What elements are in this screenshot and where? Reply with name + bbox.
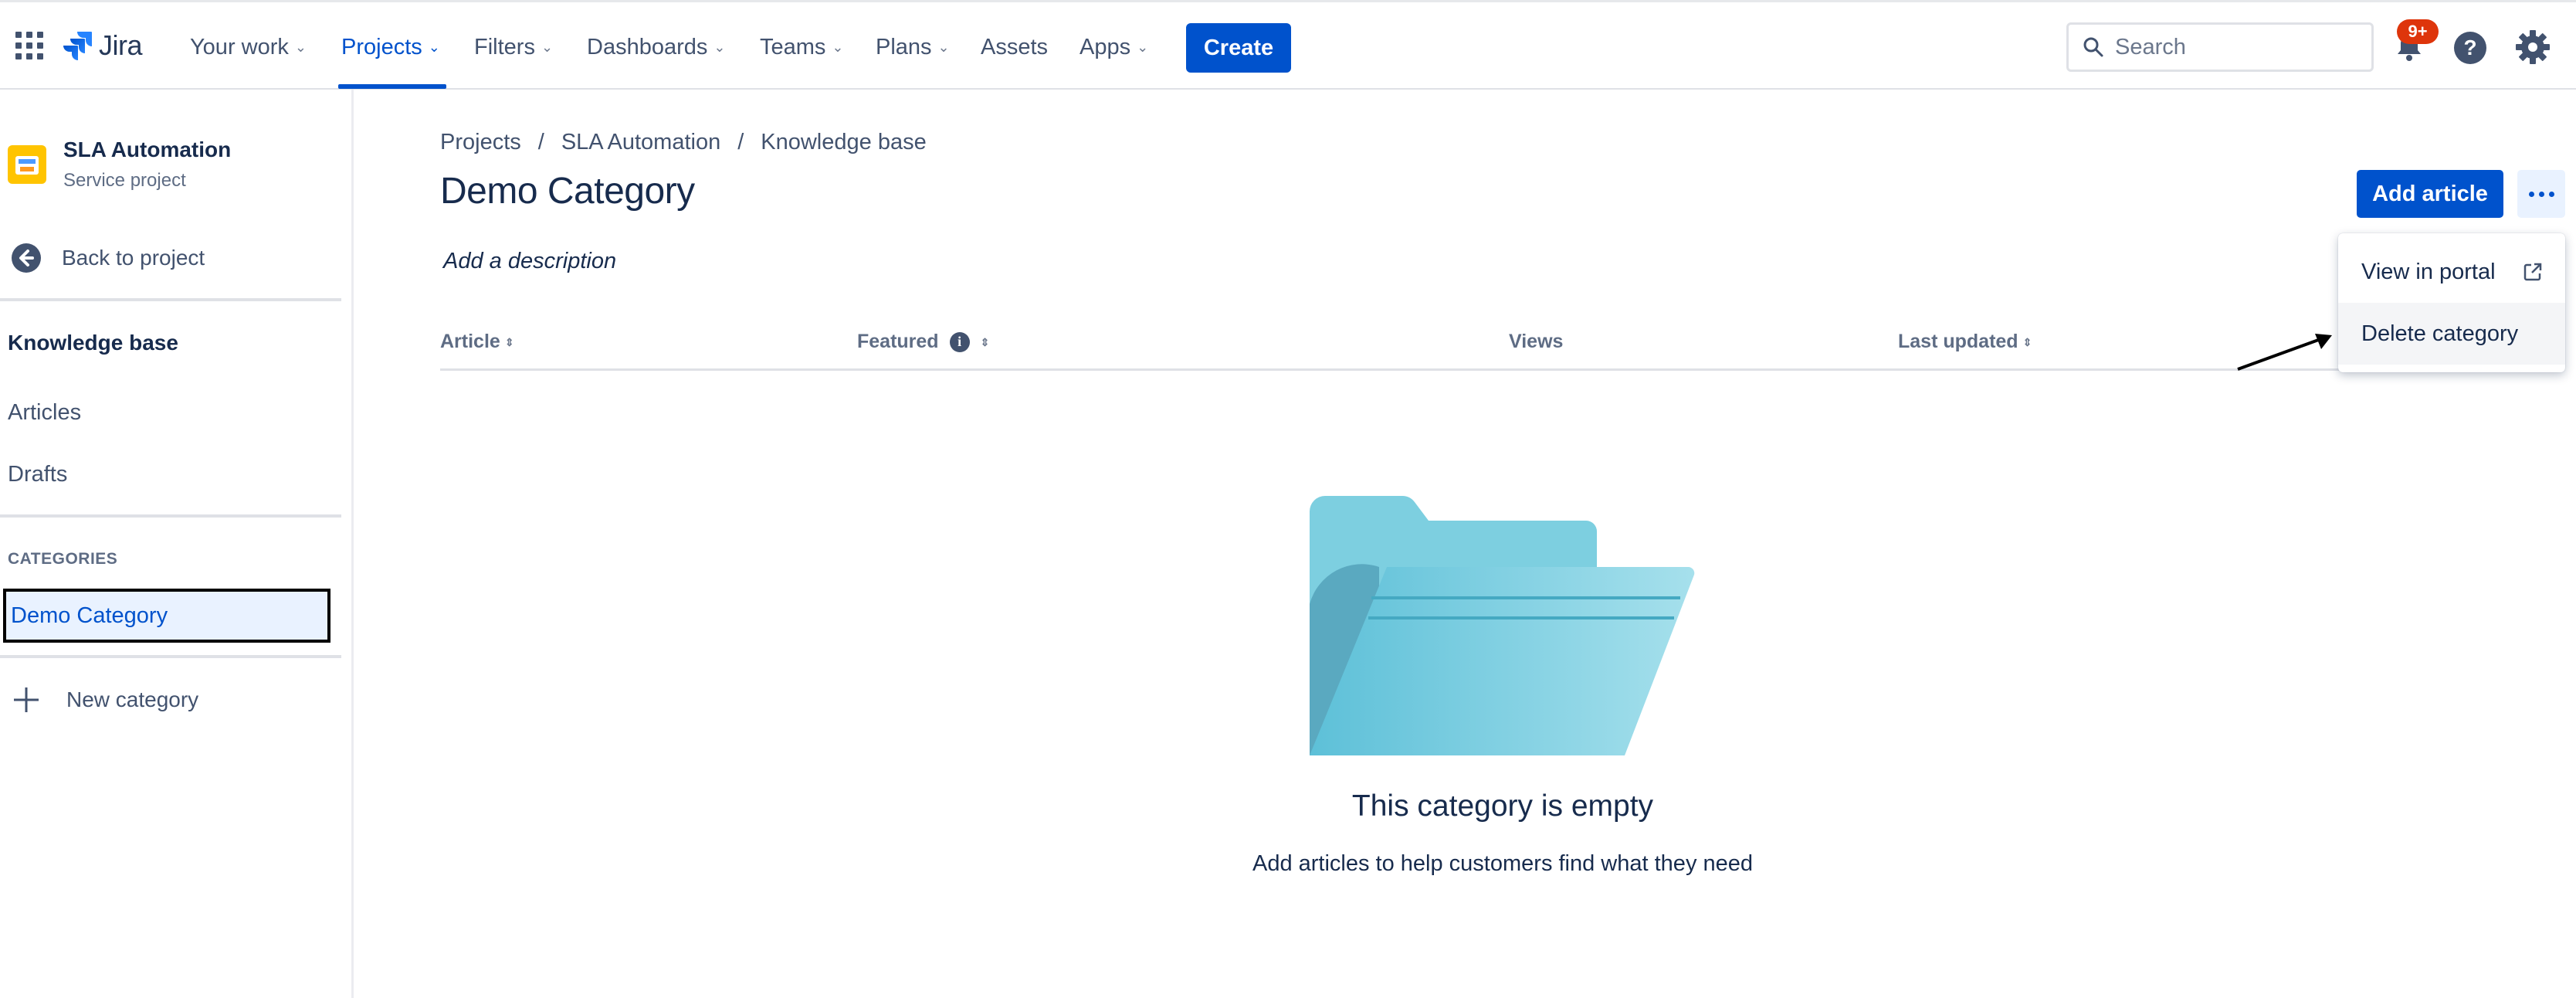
column-header-last-updated[interactable]: Last updated ⇕ [1898, 331, 2032, 353]
breadcrumb-separator: / [537, 130, 544, 154]
more-actions-button[interactable] [2517, 170, 2565, 218]
category-label: Demo Category [11, 603, 168, 628]
notification-badge: 9+ [2397, 19, 2439, 44]
nav-teams[interactable]: Teams ⌄ [760, 30, 844, 64]
sidebar-divider [0, 514, 341, 518]
nav-label: Your work [190, 34, 289, 59]
menu-item-delete-category[interactable]: Delete category [2338, 303, 2565, 365]
breadcrumb-knowledge-base[interactable]: Knowledge base [761, 130, 926, 155]
menu-item-view-in-portal[interactable]: View in portal [2338, 241, 2565, 303]
nav-label: Filters [474, 34, 535, 59]
column-label: Article [440, 331, 500, 352]
search-input[interactable] [2113, 33, 2345, 61]
nav-label: Teams [760, 34, 826, 59]
dot-icon [2538, 191, 2544, 197]
new-category-button[interactable]: New category [11, 683, 198, 717]
nav-label: Apps [1080, 34, 1131, 59]
nav-label: Plans [876, 34, 932, 59]
sort-icon: ⇕ [2022, 335, 2032, 348]
description-field[interactable]: Add a description [443, 249, 616, 274]
arrow-left-circle-icon [12, 243, 41, 273]
project-avatar-icon[interactable] [8, 145, 46, 184]
sort-icon: ⇕ [980, 335, 990, 348]
sidebar-divider [0, 655, 341, 658]
column-label: Featured [857, 331, 939, 352]
app-switcher-icon[interactable] [15, 32, 43, 59]
search-box[interactable] [2066, 22, 2374, 72]
column-header-article[interactable]: Article ⇕ [440, 331, 514, 353]
nav-label: Projects [341, 34, 422, 59]
dot-icon [2548, 191, 2554, 197]
nav-projects[interactable]: Projects ⌄ [341, 30, 440, 64]
chevron-down-icon: ⌄ [1137, 39, 1149, 55]
breadcrumb-sla-automation[interactable]: SLA Automation [561, 130, 720, 155]
menu-item-label: Delete category [2361, 321, 2519, 346]
jira-logo[interactable]: Jira [62, 29, 143, 63]
menu-item-label: View in portal [2361, 259, 2496, 284]
project-type: Service project [63, 170, 186, 191]
nav-assets[interactable]: Assets [981, 30, 1048, 64]
svg-text:?: ? [2463, 36, 2476, 59]
nav-plans[interactable]: Plans ⌄ [876, 30, 950, 64]
jira-logo-icon [63, 32, 92, 60]
new-category-label: New category [66, 687, 199, 711]
chevron-down-icon: ⌄ [713, 39, 726, 55]
chevron-down-icon: ⌄ [428, 39, 440, 55]
table-header: Article ⇕ Featured i ⇕ Views Last updated ⇕ [440, 331, 2371, 371]
sidebar-item-articles[interactable]: Articles [8, 400, 81, 426]
plus-icon [14, 687, 39, 712]
help-icon[interactable]: ? [2452, 30, 2488, 66]
breadcrumb: Projects / SLA Automation / Knowledge ba… [440, 130, 927, 155]
back-to-project-link[interactable]: Back to project [11, 241, 205, 275]
sidebar-item-demo-category[interactable]: Demo Category [3, 589, 330, 643]
add-article-button[interactable]: Add article [2357, 170, 2503, 218]
empty-state-subtitle: Add articles to help customers find what… [1252, 851, 1754, 876]
nav-apps[interactable]: Apps ⌄ [1080, 30, 1148, 64]
back-label: Back to project [62, 246, 205, 270]
top-navigation: Jira Your work ⌄ Projects ⌄ Filters ⌄ Dashb… [0, 0, 2576, 90]
empty-state-title: This category is empty [1351, 789, 1654, 823]
sidebar-item-drafts[interactable]: Drafts [8, 462, 67, 487]
column-label: Views [1509, 331, 1564, 352]
project-name: SLA Automation [63, 137, 232, 161]
chevron-down-icon: ⌄ [294, 39, 307, 55]
search-icon [2083, 37, 2103, 57]
sidebar: SLA Automation Service project Back to p… [0, 90, 354, 998]
annotation-arrow-icon [2237, 334, 2332, 371]
page-title: Demo Category [440, 171, 695, 212]
external-link-icon [2523, 263, 2542, 281]
info-icon[interactable]: i [949, 331, 970, 352]
nav-filters[interactable]: Filters ⌄ [474, 30, 553, 64]
nav-label: Assets [981, 34, 1049, 59]
empty-folder-illustration [1310, 496, 1695, 755]
column-header-featured[interactable]: Featured i ⇕ [857, 331, 990, 353]
nav-your-work[interactable]: Your work ⌄ [190, 30, 307, 64]
more-actions-menu: View in portal Delete category [2338, 233, 2565, 372]
nav-dashboards[interactable]: Dashboards ⌄ [587, 30, 725, 64]
chevron-down-icon: ⌄ [541, 39, 554, 55]
chevron-down-icon: ⌄ [832, 39, 844, 55]
sidebar-divider [0, 298, 341, 301]
column-header-views: Views [1509, 331, 1563, 353]
breadcrumb-projects[interactable]: Projects [440, 130, 521, 155]
active-nav-indicator [338, 84, 446, 89]
dot-icon [2528, 191, 2534, 197]
categories-heading: CATEGORIES [8, 550, 118, 568]
column-label: Last updated [1898, 331, 2018, 352]
sidebar-heading[interactable]: Knowledge base [8, 331, 178, 355]
nav-label: Dashboards [587, 34, 708, 59]
chevron-down-icon: ⌄ [937, 39, 950, 55]
breadcrumb-separator: / [737, 130, 744, 154]
logo-text: Jira [99, 29, 143, 61]
settings-gear-icon[interactable] [2514, 29, 2551, 66]
sort-icon: ⇕ [504, 335, 514, 348]
create-button[interactable]: Create [1186, 23, 1291, 73]
